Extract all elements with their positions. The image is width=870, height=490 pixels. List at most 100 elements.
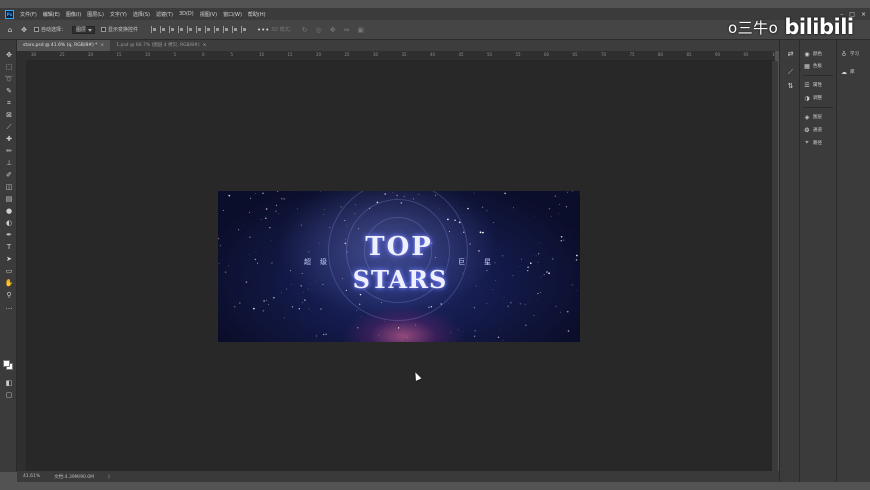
3d-scale-icon[interactable]: ▣: [357, 26, 365, 34]
home-icon[interactable]: ⌂: [6, 26, 14, 34]
star: [492, 289, 494, 290]
more-options-icon[interactable]: •••: [257, 26, 269, 34]
star: [315, 335, 317, 337]
eyedropper-tool-icon[interactable]: ⟋: [4, 122, 14, 132]
menu-help[interactable]: 帮助(H): [248, 11, 266, 18]
gradient-tool-icon[interactable]: ▤: [4, 194, 14, 204]
menu-edit[interactable]: 编辑(E): [43, 11, 60, 18]
tab-1-psd[interactable]: 1.psd @ 66.7% (图层 4 拷贝, RGB/8#) ×: [110, 40, 213, 51]
foreground-color-swatch[interactable]: [3, 360, 10, 367]
menu-image[interactable]: 图像(I): [66, 11, 81, 18]
move-tool-preset-icon[interactable]: ✥: [20, 26, 28, 34]
3d-pan-icon[interactable]: ✥: [329, 26, 337, 34]
brush-tool-icon[interactable]: ✏: [4, 146, 14, 156]
screen-mode-icon[interactable]: ▢: [4, 390, 14, 400]
brush-settings-icon[interactable]: ⟋: [786, 68, 795, 77]
align-middle-icon[interactable]: [187, 26, 193, 33]
tab-close-icon[interactable]: ×: [203, 43, 207, 48]
zoom-tool-icon[interactable]: ⚲: [4, 290, 14, 300]
3d-rotate-icon[interactable]: ↻: [301, 26, 309, 34]
frame-tool-icon[interactable]: ⊠: [4, 110, 14, 120]
tab-close-icon[interactable]: ×: [100, 43, 104, 48]
distribute-icon[interactable]: [205, 26, 211, 33]
quick-mask-icon[interactable]: ◧: [4, 378, 14, 388]
auto-select-dropdown[interactable]: 图层: [72, 25, 96, 34]
menu-view[interactable]: 视图(V): [200, 11, 217, 18]
quick-select-tool-icon[interactable]: ✎: [4, 86, 14, 96]
distribute-2-icon[interactable]: [214, 26, 220, 33]
stamp-tool-icon[interactable]: ⊥: [4, 158, 14, 168]
align-top-icon[interactable]: [178, 26, 184, 33]
star: [247, 200, 249, 202]
star: [494, 262, 496, 264]
move-tool-icon[interactable]: ✥: [4, 50, 14, 60]
rectangle-tool-icon[interactable]: ▭: [4, 266, 14, 276]
history-icon[interactable]: ⇄: [786, 50, 795, 59]
tab-stars-psd[interactable]: stars.psd @ 41.6% (q, RGB/8#) * ×: [17, 40, 111, 51]
dock-paths[interactable]: ⌖ 路径: [803, 138, 835, 148]
menu-filter[interactable]: 滤镜(T): [156, 11, 173, 18]
star: [550, 215, 552, 217]
lasso-tool-icon[interactable]: ➰: [4, 74, 14, 84]
eraser-tool-icon[interactable]: ◫: [4, 182, 14, 192]
show-transform-checkbox[interactable]: 显示变换控件: [101, 26, 138, 33]
star: [460, 233, 462, 234]
path-select-tool-icon[interactable]: ➤: [4, 254, 14, 264]
align-right-icon[interactable]: [169, 26, 175, 33]
ruler-tick-label: 70: [601, 52, 607, 57]
more-tools-icon[interactable]: …: [4, 302, 14, 312]
type-tool-icon[interactable]: T: [4, 242, 14, 252]
star: [525, 324, 527, 326]
blur-tool-icon[interactable]: ●: [4, 206, 14, 216]
dock-libraries[interactable]: ☁ 库: [840, 67, 868, 77]
dock-learn[interactable]: ♁ 学习: [840, 49, 868, 59]
menu-layer[interactable]: 图层(L): [87, 11, 104, 18]
dock-color[interactable]: ◉ 颜色: [803, 49, 835, 59]
auto-select-checkbox[interactable]: 自动选择：: [34, 26, 66, 33]
menu-type[interactable]: 文字(Y): [110, 11, 127, 18]
menu-select[interactable]: 选择(S): [133, 11, 150, 18]
marquee-tool-icon[interactable]: ⬚: [4, 62, 14, 72]
distribute-4-icon[interactable]: [232, 26, 238, 33]
dock-channels[interactable]: ❂ 通道: [803, 125, 835, 135]
adjust-icon[interactable]: ⇅: [786, 82, 795, 91]
menu-file[interactable]: 文件(F): [20, 11, 37, 18]
star: [228, 194, 231, 197]
align-center-icon[interactable]: [160, 26, 166, 33]
crop-tool-icon[interactable]: ⌗: [4, 98, 14, 108]
dodge-tool-icon[interactable]: ◐: [4, 218, 14, 228]
3d-slide-icon[interactable]: ⇔: [343, 26, 351, 34]
menu-3d[interactable]: 3D(D): [179, 11, 194, 17]
3d-roll-icon[interactable]: ◎: [315, 26, 323, 34]
align-bottom-icon[interactable]: [196, 26, 202, 33]
dock-swatches[interactable]: ▦ 色板: [803, 61, 835, 71]
zoom-level[interactable]: 41.61%: [23, 474, 40, 479]
vertical-scrollbar[interactable]: [772, 61, 778, 471]
history-brush-icon[interactable]: ✐: [4, 170, 14, 180]
auto-select-label: 自动选择：: [41, 27, 67, 33]
star: [454, 219, 456, 222]
artwork-image[interactable]: TOP STARS 超 级 巨 星: [218, 191, 580, 342]
distribute-3-icon[interactable]: [223, 26, 229, 33]
ruler-tick-label: 20: [88, 52, 94, 57]
ruler-tick-label: 10: [259, 52, 265, 57]
hand-tool-icon[interactable]: ✋: [4, 278, 14, 288]
ruler-tick-label: 45: [458, 52, 464, 57]
divider: [803, 75, 833, 76]
status-arrow-icon[interactable]: 〉: [108, 474, 113, 480]
star: [519, 303, 522, 305]
star: [563, 239, 565, 241]
dock-layers[interactable]: ◈ 图层: [803, 112, 835, 122]
star: [239, 302, 241, 304]
star: [255, 251, 257, 253]
dock-properties[interactable]: ☰ 属性: [803, 80, 835, 90]
pen-tool-icon[interactable]: ✒: [4, 230, 14, 240]
dock-adjustments[interactable]: ◑ 调整: [803, 93, 835, 103]
star: [376, 201, 379, 204]
healing-tool-icon[interactable]: ✚: [4, 134, 14, 144]
close-button[interactable]: ×: [861, 11, 866, 18]
menu-window[interactable]: 窗口(W): [223, 11, 242, 18]
star: [255, 193, 257, 194]
distribute-5-icon[interactable]: [241, 26, 247, 33]
align-left-icon[interactable]: [151, 26, 157, 33]
